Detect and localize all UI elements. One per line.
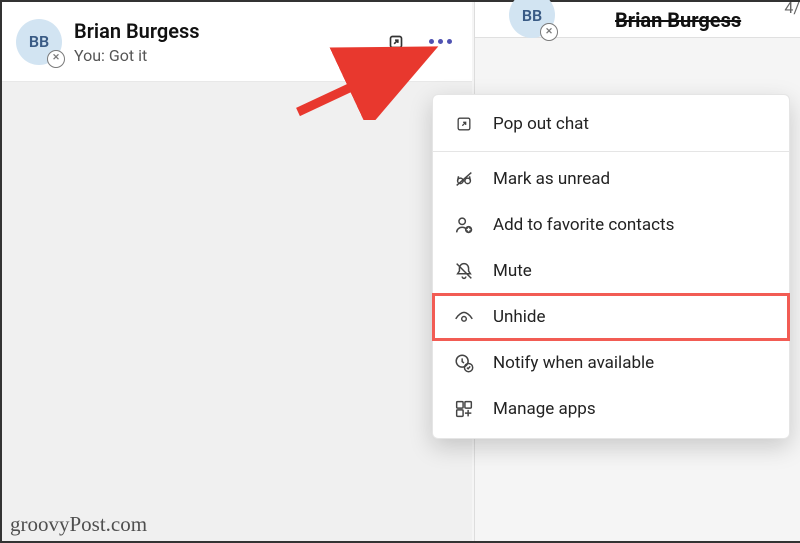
menu-label: Notify when available [493, 353, 654, 373]
menu-divider [433, 151, 789, 152]
mute-bell-icon [453, 260, 475, 282]
chat-list-panel: BB Brian Burgess You: Got it [2, 2, 472, 541]
menu-pop-out-chat[interactable]: Pop out chat [433, 101, 789, 147]
pop-out-icon [385, 31, 407, 53]
conversation-contact-name: Brian Burgess [615, 8, 741, 32]
menu-label: Mute [493, 261, 532, 281]
conversation-date-partial: 4/ [784, 0, 800, 17]
menu-label: Pop out chat [493, 114, 589, 134]
glasses-icon [453, 168, 475, 190]
chat-list-item[interactable]: BB Brian Burgess You: Got it [2, 2, 472, 82]
avatar-initials: BB [522, 6, 542, 25]
menu-notify-available[interactable]: Notify when available [433, 340, 789, 386]
avatar-initials: BB [29, 32, 49, 51]
menu-mark-unread[interactable]: Mark as unread [433, 156, 789, 202]
menu-mute[interactable]: Mute [433, 248, 789, 294]
menu-label: Add to favorite contacts [493, 215, 674, 235]
avatar: BB [16, 19, 62, 65]
chat-context-menu: Pop out chat Mark as unread Add to favor… [432, 94, 790, 439]
menu-label: Manage apps [493, 399, 596, 419]
menu-add-favorite[interactable]: Add to favorite contacts [433, 202, 789, 248]
add-contact-icon [453, 214, 475, 236]
pop-out-icon [453, 113, 475, 135]
chat-text-block: Brian Burgess You: Got it [74, 19, 378, 65]
chat-contact-name: Brian Burgess [74, 19, 378, 43]
conversation-header: BB Brian Burgess 4/ [475, 2, 800, 38]
chat-preview-text: You: Got it [74, 46, 378, 65]
avatar: BB [509, 0, 555, 38]
more-icon [429, 39, 452, 44]
chat-item-actions [378, 24, 458, 60]
presence-offline-icon [540, 23, 558, 41]
clock-check-icon [453, 352, 475, 374]
menu-label: Unhide [493, 307, 546, 327]
watermark: groovyPost.com [10, 512, 147, 537]
apps-grid-icon [453, 398, 475, 420]
eye-icon [453, 306, 475, 328]
more-options-button[interactable] [422, 24, 458, 60]
menu-manage-apps[interactable]: Manage apps [433, 386, 789, 432]
pop-out-button[interactable] [378, 24, 414, 60]
menu-label: Mark as unread [493, 169, 610, 189]
presence-offline-icon [47, 50, 65, 68]
menu-unhide[interactable]: Unhide [433, 294, 789, 340]
